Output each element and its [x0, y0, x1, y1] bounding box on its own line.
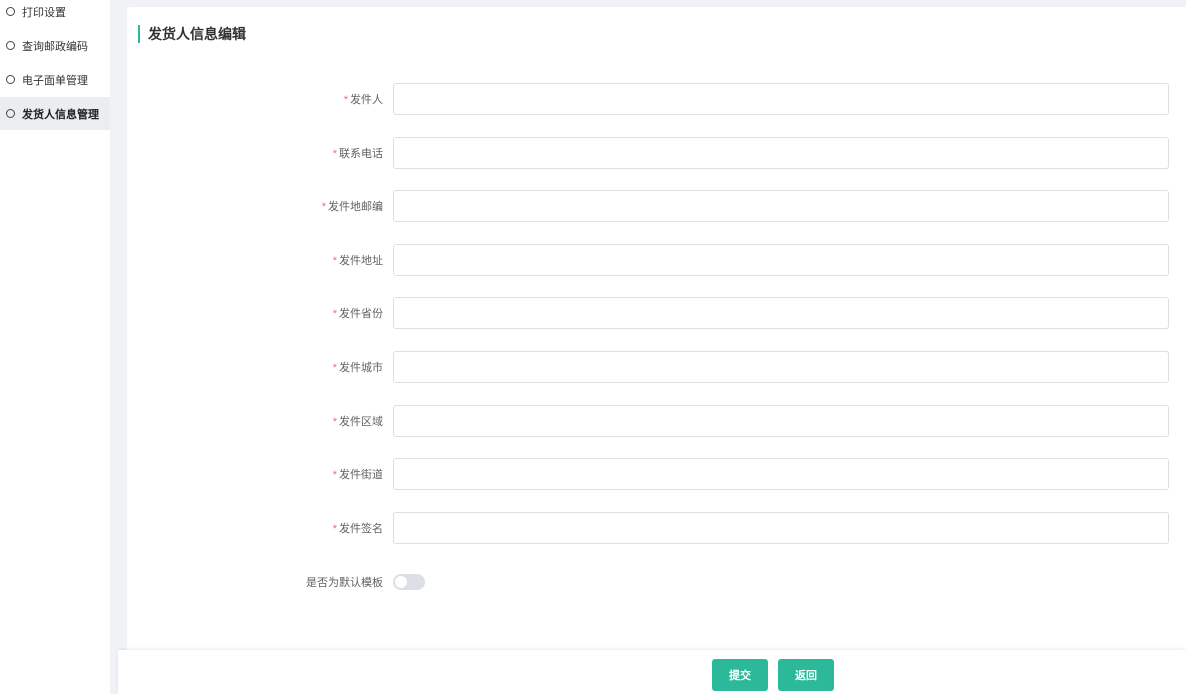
province-input[interactable] — [393, 297, 1169, 329]
field-label-text: 发件人 — [350, 94, 383, 106]
form-row-province: * 发件省份 — [127, 297, 1186, 329]
field-label: * 发件区域 — [127, 413, 393, 429]
sidebar-item-label: 电子面单管理 — [22, 74, 88, 87]
sidebar-item-label: 发货人信息管理 — [22, 108, 99, 121]
sidebar-item-sender-info-management[interactable]: 发货人信息管理 — [0, 97, 110, 130]
signature-input[interactable] — [393, 512, 1169, 544]
field-label: * 联系电话 — [127, 145, 393, 161]
field-label-text: 发件城市 — [339, 362, 383, 374]
field-label-text: 发件地邮编 — [328, 201, 383, 213]
field-label: * 发件签名 — [127, 520, 393, 536]
field-label-text: 发件地址 — [339, 255, 383, 267]
sidebar-item-postal-code-query[interactable]: 查询邮政编码 — [0, 29, 110, 62]
phone-input[interactable] — [393, 137, 1169, 169]
back-button[interactable]: 返回 — [778, 659, 834, 691]
sidebar-item-e-waybill-management[interactable]: 电子面单管理 — [0, 63, 110, 96]
field-label: * 发件人 — [127, 91, 393, 107]
street-input[interactable] — [393, 458, 1169, 490]
required-mark: * — [332, 255, 337, 267]
form-row-phone: * 联系电话 — [127, 137, 1186, 169]
default-template-toggle[interactable] — [393, 574, 425, 590]
form-row-postcode: * 发件地邮编 — [127, 190, 1186, 222]
field-label: 是否为默认模板 — [306, 577, 383, 589]
sidebar-item-label: 打印设置 — [22, 6, 66, 19]
field-label: * 发件省份 — [127, 305, 393, 321]
field-label: * 发件街道 — [127, 466, 393, 482]
circle-icon — [6, 75, 15, 84]
form-row-address: * 发件地址 — [127, 244, 1186, 276]
field-label-text: 联系电话 — [339, 148, 383, 160]
sidebar-item-label: 查询邮政编码 — [22, 40, 88, 53]
field-label: * 发件城市 — [127, 359, 393, 375]
required-mark: * — [332, 362, 337, 374]
toggle-knob — [395, 576, 407, 588]
field-label: * 发件地邮编 — [127, 198, 393, 214]
field-label-text: 发件签名 — [339, 523, 383, 535]
form-row-street: * 发件街道 — [127, 458, 1186, 490]
field-label-text: 发件区域 — [339, 416, 383, 428]
required-mark: * — [343, 94, 348, 106]
form-row-signature: * 发件签名 — [127, 512, 1186, 544]
circle-icon — [6, 41, 15, 50]
city-input[interactable] — [393, 351, 1169, 383]
address-input[interactable] — [393, 244, 1169, 276]
postcode-input[interactable] — [393, 190, 1169, 222]
required-mark: * — [321, 201, 326, 213]
form-row-city: * 发件城市 — [127, 351, 1186, 383]
form-row-sender: * 发件人 — [127, 83, 1186, 115]
circle-icon — [6, 7, 15, 16]
footer-bar: 提交 返回 — [118, 650, 1186, 694]
sidebar: 打印设置 查询邮政编码 电子面单管理 发货人信息管理 — [0, 0, 110, 694]
required-mark: * — [332, 469, 337, 481]
form-row-district: * 发件区域 — [127, 405, 1186, 437]
field-label-text: 发件街道 — [339, 469, 383, 481]
required-mark: * — [332, 523, 337, 535]
field-label: * 发件地址 — [127, 252, 393, 268]
district-input[interactable] — [393, 405, 1169, 437]
page-title: 发货人信息编辑 — [138, 25, 246, 43]
required-mark: * — [332, 148, 337, 160]
form-row-default-template: 是否为默认模板 — [127, 566, 1186, 598]
required-mark: * — [332, 308, 337, 320]
sidebar-item-print-settings[interactable]: 打印设置 — [0, 0, 110, 28]
required-mark: * — [332, 416, 337, 428]
field-label-text: 发件省份 — [339, 308, 383, 320]
submit-button[interactable]: 提交 — [712, 659, 768, 691]
sender-input[interactable] — [393, 83, 1169, 115]
main-content: 发货人信息编辑 * 发件人 * 联系电话 * 发件地邮编 * 发件地址 * 发件省份 * 发… — [127, 7, 1186, 694]
circle-icon — [6, 109, 15, 118]
